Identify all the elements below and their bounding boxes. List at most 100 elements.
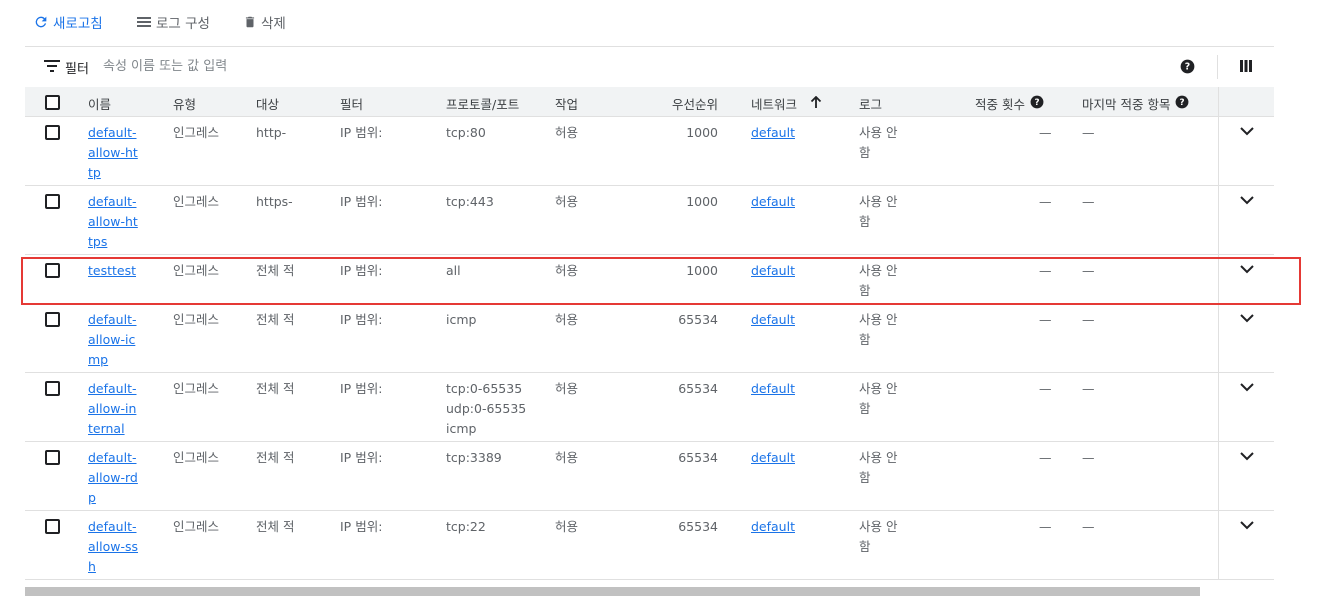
row-checkbox[interactable] [45, 125, 60, 140]
logs-cell: 사용 안 함 [859, 381, 898, 416]
rule-name-cell: default-allow-ssh [88, 517, 140, 577]
select-all-checkbox[interactable] [45, 95, 60, 110]
rule-name-cell: default-allow-icmp [88, 310, 140, 370]
chevron-down-icon[interactable] [1240, 263, 1254, 278]
column-header-filters[interactable]: 필터 [340, 94, 363, 113]
rule-name-cell: default-allow-rdp [88, 448, 140, 508]
row-checkbox[interactable] [45, 263, 60, 278]
expand-column-separator [1218, 87, 1219, 579]
column-header-type[interactable]: 유형 [173, 94, 196, 113]
chevron-down-icon[interactable] [1240, 381, 1254, 396]
protocol-cell: all [446, 263, 461, 278]
chevron-down-icon[interactable] [1240, 312, 1254, 327]
network-link[interactable]: default [751, 263, 795, 278]
type-cell: 인그레스 [173, 194, 220, 209]
network-cell: default [751, 379, 795, 399]
filters-cell: IP 범위: [340, 312, 383, 327]
action-cell: 허용 [555, 194, 579, 209]
row-checkbox[interactable] [45, 381, 60, 396]
last-hit-cell: — [1082, 381, 1095, 396]
column-header-priority[interactable]: 우선순위 [648, 94, 718, 113]
table-row: default-allow-http 인그레스 http- IP 범위: tcp… [25, 117, 1274, 186]
filter-icon[interactable] [44, 60, 60, 76]
action-cell: 허용 [555, 519, 579, 534]
chevron-down-icon[interactable] [1240, 450, 1254, 465]
chevron-down-icon[interactable] [1240, 194, 1254, 209]
protocol-cell: tcp:0-65535 udp:0-65535 icmp [446, 381, 527, 436]
log-config-button[interactable]: 로그 구성 [136, 11, 210, 33]
action-cell: 허용 [555, 450, 579, 465]
column-header-name[interactable]: 이름 [88, 94, 111, 113]
row-checkbox[interactable] [45, 194, 60, 209]
priority-cell: 65534 [678, 312, 718, 327]
action-cell: 허용 [555, 125, 579, 140]
last-hit-cell: — [1082, 519, 1095, 534]
help-circle-icon[interactable]: ? [1180, 59, 1195, 78]
delete-label: 삭제 [261, 16, 286, 32]
rule-name-link[interactable]: default-allow-internal [88, 381, 137, 436]
column-header-action[interactable]: 작업 [555, 94, 578, 113]
rule-name-link[interactable]: default-allow-ssh [88, 519, 138, 574]
type-cell: 인그레스 [173, 450, 220, 465]
table-row: default-allow-rdp 인그레스 전체 적 IP 범위: tcp:3… [25, 442, 1274, 511]
rule-name-link[interactable]: default-allow-https [88, 194, 138, 249]
targets-cell: 전체 적 [256, 263, 295, 278]
column-header-last-hit[interactable]: 마지막 적중 항목 ? [1082, 94, 1189, 113]
rule-name-link[interactable]: default-allow-icmp [88, 312, 137, 367]
network-cell: default [751, 517, 795, 537]
column-header-hit-count[interactable]: 적중 횟수 ? [975, 94, 1044, 113]
network-link[interactable]: default [751, 312, 795, 327]
network-link[interactable]: default [751, 194, 795, 209]
filters-cell: IP 범위: [340, 519, 383, 534]
hit-count-cell: — [1039, 125, 1052, 140]
arrow-up-icon [810, 95, 822, 112]
filter-input[interactable] [103, 55, 503, 77]
rule-name-link[interactable]: default-allow-rdp [88, 450, 138, 505]
logs-cell: 사용 안 함 [859, 519, 898, 554]
filters-cell: IP 범위: [340, 263, 383, 278]
delete-button[interactable]: 삭제 [243, 11, 286, 33]
targets-cell: 전체 적 [256, 519, 295, 534]
hit-count-cell: — [1039, 381, 1052, 396]
filters-cell: IP 범위: [340, 125, 383, 140]
targets-cell: http- [256, 125, 287, 140]
network-link[interactable]: default [751, 125, 795, 140]
row-checkbox[interactable] [45, 312, 60, 327]
column-header-protocol[interactable]: 프로토콜/포트 [446, 94, 519, 113]
column-header-logs[interactable]: 로그 [859, 94, 882, 113]
rule-name-cell: testtest [88, 261, 140, 281]
priority-cell: 65534 [678, 450, 718, 465]
hit-count-cell: — [1039, 312, 1052, 327]
action-cell: 허용 [555, 381, 579, 396]
hit-count-cell: — [1039, 194, 1052, 209]
chevron-down-icon[interactable] [1240, 125, 1254, 140]
rule-name-cell: default-allow-http [88, 123, 140, 183]
type-cell: 인그레스 [173, 381, 220, 396]
protocol-cell: tcp:22 [446, 519, 486, 534]
help-circle-icon[interactable]: ? [1030, 95, 1044, 112]
column-header-network[interactable]: 네트워크 [751, 94, 822, 113]
last-hit-cell: — [1082, 194, 1095, 209]
chevron-down-icon[interactable] [1240, 519, 1254, 534]
type-cell: 인그레스 [173, 312, 220, 327]
network-link[interactable]: default [751, 450, 795, 465]
last-hit-cell: — [1082, 263, 1095, 278]
table-header: 이름 유형 대상 필터 프로토콜/포트 작업 우선순위 네트워크 로그 적중 횟… [25, 87, 1274, 117]
column-header-targets[interactable]: 대상 [256, 94, 279, 113]
filter-label: 필터 [65, 62, 89, 77]
horizontal-scrollbar[interactable] [25, 587, 1200, 596]
logs-cell: 사용 안 함 [859, 125, 898, 160]
priority-cell: 1000 [686, 263, 718, 278]
row-checkbox[interactable] [45, 519, 60, 534]
row-checkbox[interactable] [45, 450, 60, 465]
rule-name-link[interactable]: testtest [88, 263, 136, 278]
rule-name-link[interactable]: default-allow-http [88, 125, 138, 180]
svg-text:?: ? [1180, 98, 1185, 108]
network-link[interactable]: default [751, 519, 795, 534]
last-hit-cell: — [1082, 450, 1095, 465]
column-display-icon[interactable] [1239, 59, 1253, 77]
help-circle-icon[interactable]: ? [1175, 95, 1189, 112]
network-link[interactable]: default [751, 381, 795, 396]
refresh-button[interactable]: 새로고침 [33, 11, 103, 33]
targets-cell: 전체 적 [256, 312, 295, 327]
